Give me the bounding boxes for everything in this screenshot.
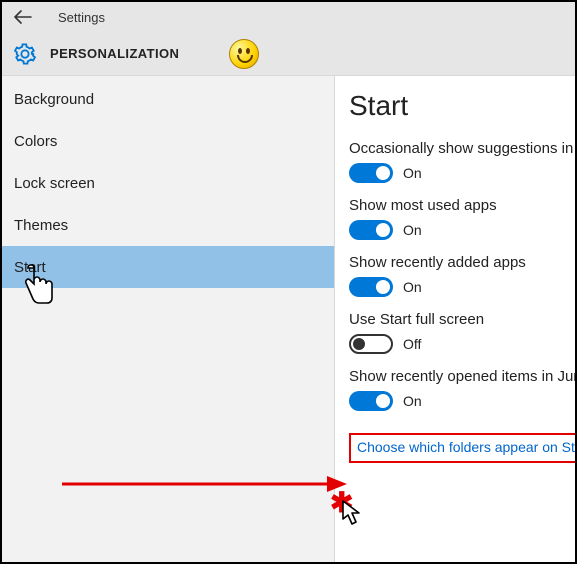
toggle-state-text: Off xyxy=(403,336,421,352)
toggle-state-text: On xyxy=(403,165,422,181)
sidebar-item-label: Background xyxy=(14,91,94,108)
sidebar-item-label: Lock screen xyxy=(14,175,95,192)
toggle-jump-lists[interactable] xyxy=(349,391,393,411)
toggle-state-text: On xyxy=(403,279,422,295)
category-row: PERSONALIZATION xyxy=(2,32,575,76)
smiley-icon xyxy=(229,39,259,69)
page-title: Start xyxy=(349,90,575,122)
annotation-arrow-icon xyxy=(62,472,347,501)
setting-label: Occasionally show suggestions in Start xyxy=(349,140,575,157)
setting-label: Show most used apps xyxy=(349,197,575,214)
hand-cursor-icon xyxy=(20,264,56,311)
sidebar-item-themes[interactable]: Themes xyxy=(2,204,334,246)
sidebar-item-label: Colors xyxy=(14,133,57,150)
toggle-state-text: On xyxy=(403,222,422,238)
toggle-suggestions[interactable] xyxy=(349,163,393,183)
window-title: Settings xyxy=(58,10,105,25)
toggle-full-screen[interactable] xyxy=(349,334,393,354)
back-arrow-icon[interactable] xyxy=(14,10,32,24)
gear-icon xyxy=(14,43,36,65)
setting-label: Show recently added apps xyxy=(349,254,575,271)
category-title: PERSONALIZATION xyxy=(50,46,179,61)
main-panel: Start Occasionally show suggestions in S… xyxy=(335,76,575,562)
sidebar-item-label: Themes xyxy=(14,217,68,234)
setting-label: Use Start full screen xyxy=(349,311,575,328)
sidebar-item-background[interactable]: Background xyxy=(2,78,334,120)
sidebar-item-lock-screen[interactable]: Lock screen xyxy=(2,162,334,204)
setting-label: Show recently opened items in Jump Lists xyxy=(349,368,575,385)
choose-folders-link[interactable]: Choose which folders appear on Start xyxy=(357,439,575,455)
toggle-recently-added[interactable] xyxy=(349,277,393,297)
sidebar-item-colors[interactable]: Colors xyxy=(2,120,334,162)
toggle-most-used[interactable] xyxy=(349,220,393,240)
toggle-state-text: On xyxy=(403,393,422,409)
highlighted-link-box: Choose which folders appear on Start xyxy=(349,433,575,463)
window-header: Settings xyxy=(2,2,575,32)
pointer-cursor-icon xyxy=(342,500,362,531)
